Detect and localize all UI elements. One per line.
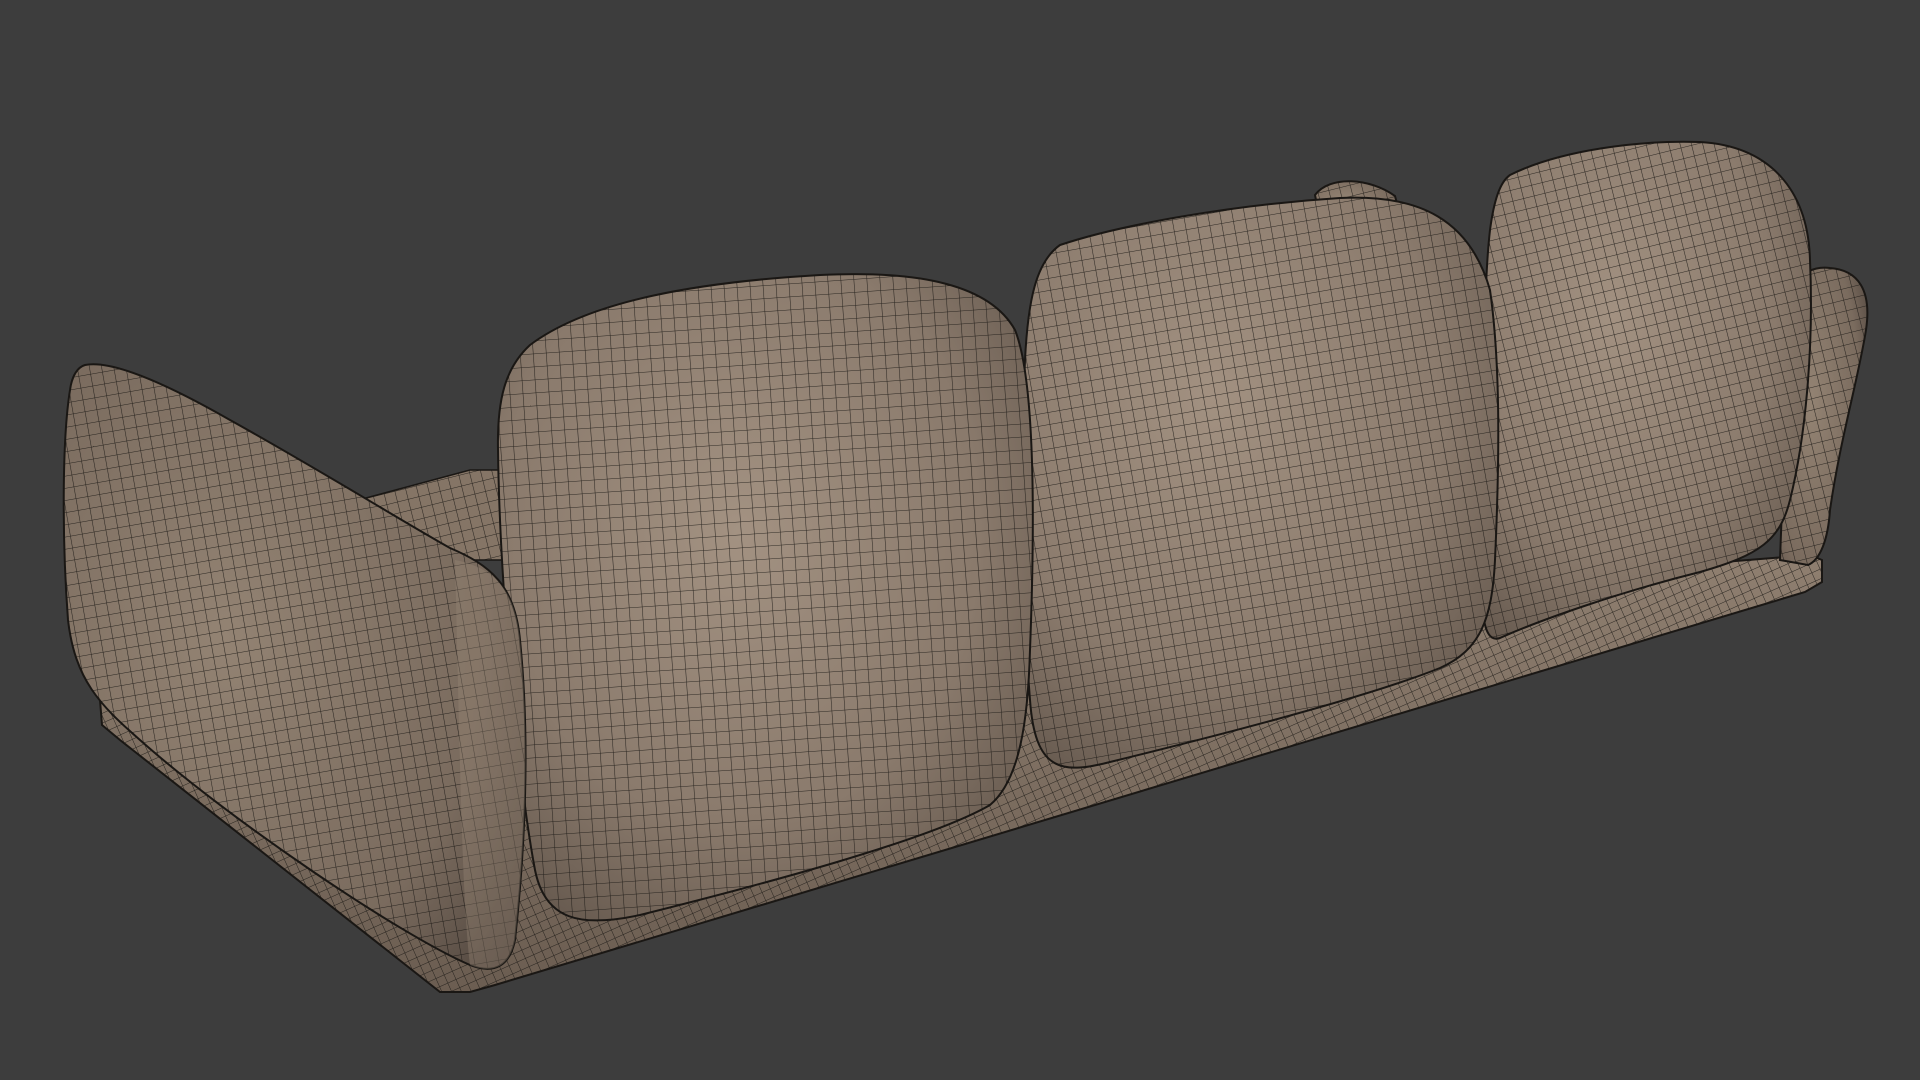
3d-viewport[interactable] bbox=[0, 0, 1920, 1080]
sofa-wireframe-render bbox=[62, 140, 1869, 993]
back-cushion-left bbox=[496, 273, 1034, 922]
